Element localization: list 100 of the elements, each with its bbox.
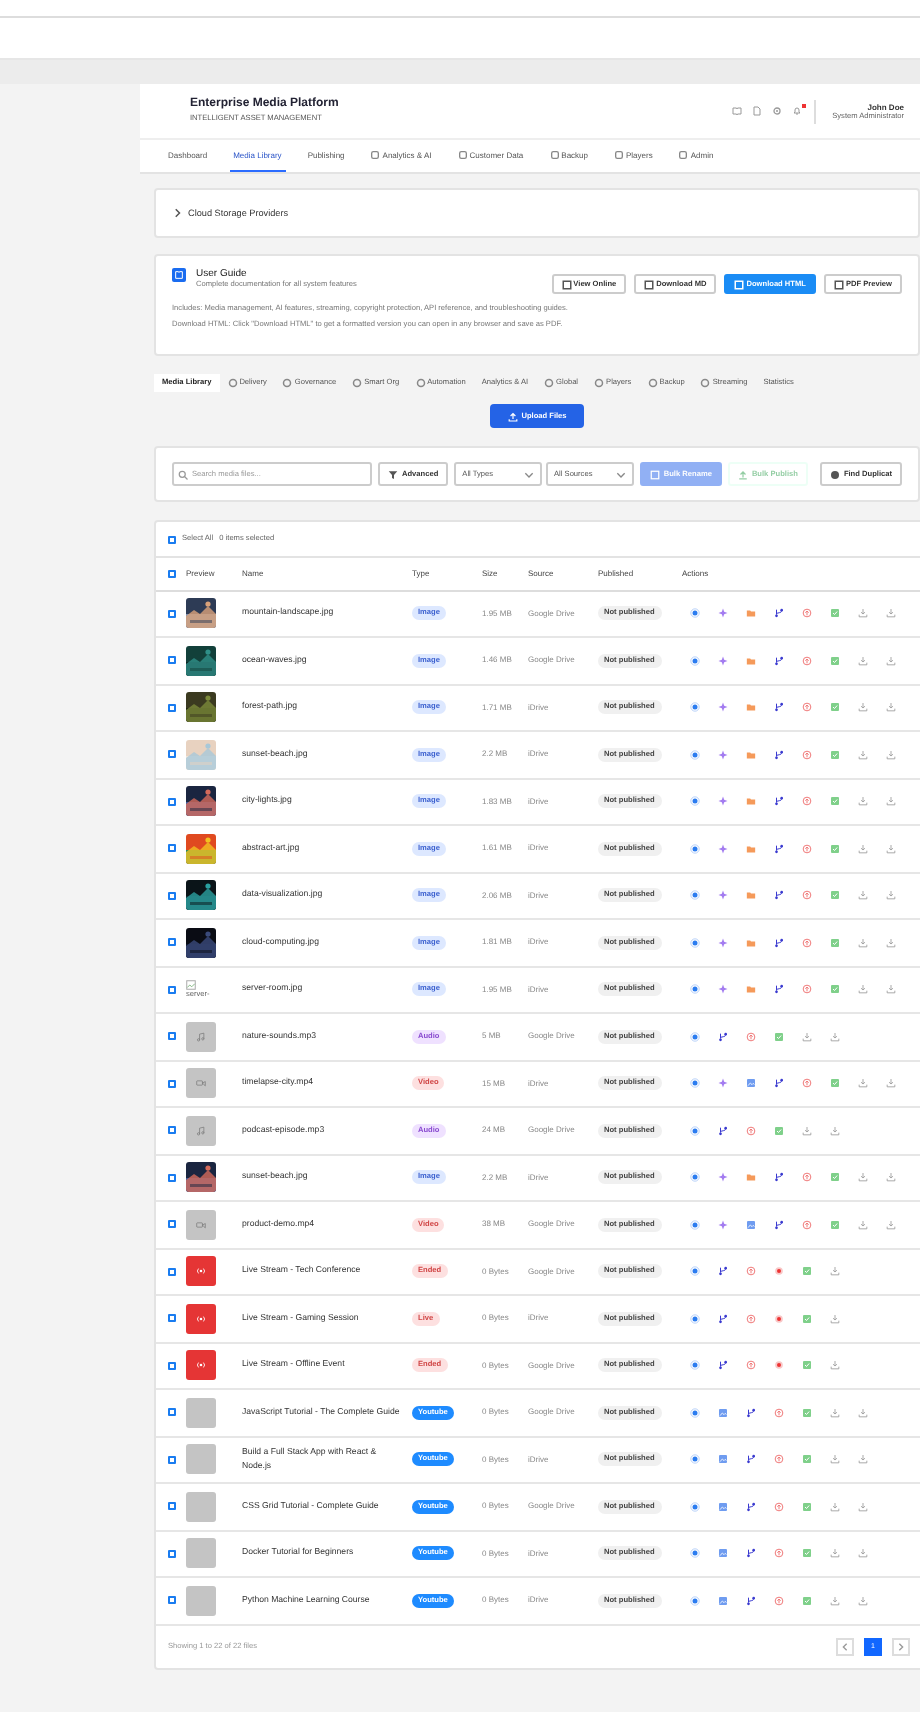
folder-icon[interactable] <box>746 749 756 760</box>
sparkle-icon[interactable] <box>718 749 728 760</box>
sparkle-icon[interactable] <box>718 1078 728 1089</box>
download-icon[interactable] <box>886 655 896 666</box>
check-square-icon[interactable] <box>830 749 840 760</box>
download-icon[interactable] <box>858 1501 868 1512</box>
download-icon[interactable] <box>802 1031 812 1042</box>
branch-icon[interactable] <box>774 655 784 666</box>
download-icon[interactable] <box>886 796 896 807</box>
circle-arrow-icon[interactable] <box>746 1313 756 1324</box>
check-square-icon[interactable] <box>802 1501 812 1512</box>
branch-icon[interactable] <box>718 1360 728 1371</box>
eye-icon[interactable] <box>690 1548 700 1559</box>
row-checkbox[interactable] <box>168 1314 176 1323</box>
eye-icon[interactable] <box>690 655 700 666</box>
circle-arrow-icon[interactable] <box>802 937 812 948</box>
download-icon[interactable] <box>858 1548 868 1559</box>
branch-icon[interactable] <box>774 702 784 713</box>
download-icon[interactable] <box>858 1172 868 1183</box>
next-page-button[interactable] <box>892 1637 910 1655</box>
row-checkbox[interactable] <box>168 1173 176 1182</box>
branch-icon[interactable] <box>774 937 784 948</box>
folder-icon[interactable] <box>746 702 756 713</box>
row-checkbox[interactable] <box>168 1408 176 1417</box>
download-icon[interactable] <box>886 1078 896 1089</box>
download-icon[interactable] <box>886 702 896 713</box>
branch-icon[interactable] <box>746 1454 756 1465</box>
branch-icon[interactable] <box>774 749 784 760</box>
row-checkbox[interactable] <box>168 1549 176 1558</box>
download-icon[interactable] <box>858 655 868 666</box>
branch-icon[interactable] <box>718 1125 728 1136</box>
eye-icon[interactable] <box>690 1595 700 1606</box>
image-icon[interactable] <box>718 1454 728 1465</box>
eye-icon[interactable] <box>690 1219 700 1230</box>
eye-icon[interactable] <box>690 1360 700 1371</box>
check-square-icon[interactable] <box>830 1219 840 1230</box>
eye-icon[interactable] <box>690 1454 700 1465</box>
book-icon[interactable] <box>732 106 743 116</box>
sparkle-icon[interactable] <box>718 843 728 854</box>
image-icon[interactable] <box>718 1501 728 1512</box>
branch-icon[interactable] <box>718 1266 728 1277</box>
check-square-icon[interactable] <box>830 937 840 948</box>
download-icon[interactable] <box>830 1266 840 1277</box>
branch-icon[interactable] <box>774 1172 784 1183</box>
check-square-icon[interactable] <box>802 1360 812 1371</box>
folder-icon[interactable] <box>746 796 756 807</box>
sparkle-icon[interactable] <box>718 655 728 666</box>
row-checkbox[interactable] <box>168 750 176 759</box>
row-checkbox[interactable] <box>168 656 176 665</box>
download-icon[interactable] <box>830 1313 840 1324</box>
download-icon[interactable] <box>830 1360 840 1371</box>
folder-icon[interactable] <box>746 937 756 948</box>
row-checkbox[interactable] <box>168 1126 176 1135</box>
row-checkbox[interactable] <box>168 938 176 947</box>
row-checkbox[interactable] <box>168 844 176 853</box>
check-square-icon[interactable] <box>774 1125 784 1136</box>
eye-icon[interactable] <box>690 749 700 760</box>
circle-arrow-icon[interactable] <box>774 1501 784 1512</box>
check-square-icon[interactable] <box>802 1548 812 1559</box>
sparkle-icon[interactable] <box>718 1172 728 1183</box>
download-icon[interactable] <box>886 1172 896 1183</box>
check-square-icon[interactable] <box>830 890 840 901</box>
download-icon[interactable] <box>858 1078 868 1089</box>
circle-arrow-icon[interactable] <box>746 1266 756 1277</box>
eye-icon[interactable] <box>690 1501 700 1512</box>
check-square-icon[interactable] <box>830 1172 840 1183</box>
eye-icon[interactable] <box>690 843 700 854</box>
check-square-icon[interactable] <box>802 1266 812 1277</box>
folder-icon[interactable] <box>746 843 756 854</box>
eye-icon[interactable] <box>690 937 700 948</box>
check-square-icon[interactable] <box>830 796 840 807</box>
header-checkbox[interactable] <box>168 569 176 578</box>
download-icon[interactable] <box>830 1031 840 1042</box>
download-icon[interactable] <box>830 1501 840 1512</box>
branch-icon[interactable] <box>746 1595 756 1606</box>
branch-icon[interactable] <box>746 1407 756 1418</box>
branch-icon[interactable] <box>774 1078 784 1089</box>
circle-arrow-icon[interactable] <box>746 1360 756 1371</box>
branch-icon[interactable] <box>746 1501 756 1512</box>
check-square-icon[interactable] <box>802 1407 812 1418</box>
sparkle-icon[interactable] <box>718 702 728 713</box>
eye-icon[interactable] <box>690 1407 700 1418</box>
check-square-icon[interactable] <box>802 1454 812 1465</box>
download-icon[interactable] <box>858 843 868 854</box>
settings-icon[interactable] <box>772 106 783 116</box>
image-icon[interactable] <box>746 1219 756 1230</box>
previous-page-button[interactable] <box>836 1637 854 1655</box>
download-icon[interactable] <box>858 796 868 807</box>
download-icon[interactable] <box>802 1125 812 1136</box>
download-icon[interactable] <box>858 984 868 995</box>
circle-arrow-icon[interactable] <box>802 1078 812 1089</box>
folder-icon[interactable] <box>746 608 756 619</box>
download-icon[interactable] <box>886 937 896 948</box>
row-checkbox[interactable] <box>168 703 176 712</box>
circle-arrow-icon[interactable] <box>802 984 812 995</box>
check-square-icon[interactable] <box>802 1313 812 1324</box>
download-icon[interactable] <box>858 1219 868 1230</box>
download-icon[interactable] <box>830 1125 840 1136</box>
circle-arrow-icon[interactable] <box>774 1595 784 1606</box>
download-icon[interactable] <box>886 890 896 901</box>
